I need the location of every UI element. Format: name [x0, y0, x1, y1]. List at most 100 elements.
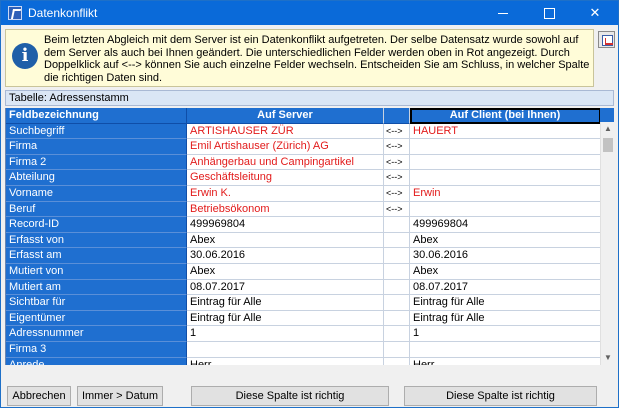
client-value[interactable] — [410, 139, 600, 155]
server-value[interactable]: 499969804 — [187, 217, 384, 233]
swap-arrow — [384, 264, 410, 280]
table-row[interactable]: Abteilung Geschäftsleitung <--> — [6, 170, 600, 186]
table-row[interactable]: Suchbegriff ARTISHAUSER ZÜR <--> HAUERT — [6, 123, 600, 140]
table-row[interactable]: Firma Emil Artishauser (Zürich) AG <--> — [6, 139, 600, 155]
field-label: Firma 3 — [6, 342, 187, 358]
conflict-grid: Feldbezeichnung Auf Server Auf Client (b… — [5, 108, 600, 365]
server-value[interactable]: Geschäftsleitung — [187, 170, 384, 186]
field-label: Vorname — [6, 186, 187, 202]
server-value[interactable] — [187, 342, 384, 358]
client-value[interactable] — [410, 202, 600, 218]
server-value[interactable]: Erwin K. — [187, 186, 384, 202]
table-row[interactable]: Record-ID 499969804 499969804 — [6, 217, 600, 233]
client-value[interactable]: 499969804 — [410, 217, 600, 233]
client-correct-button[interactable]: Diese Spalte ist richtig — [404, 386, 597, 406]
horizontal-scrollbar[interactable] — [5, 365, 614, 373]
client-value[interactable]: Eintrag für Alle — [410, 295, 600, 311]
dialog-window: Datenkonflikt i Beim letzten Abgleich mi… — [0, 0, 619, 408]
grid-header: Feldbezeichnung Auf Server Auf Client (b… — [6, 108, 600, 124]
server-value[interactable]: Eintrag für Alle — [187, 310, 384, 327]
field-label: Erfasst am — [6, 248, 187, 264]
window-title: Datenkonflikt — [28, 6, 98, 20]
table-row[interactable]: Beruf Betriebsökonom <--> — [6, 201, 600, 218]
client-value[interactable]: Abex — [410, 264, 600, 280]
info-icon: i — [12, 43, 38, 69]
server-value[interactable]: Eintrag für Alle — [187, 295, 384, 311]
table-row[interactable]: Erfasst von Abex Abex — [6, 232, 600, 249]
server-value[interactable]: Betriebsökonom — [187, 201, 384, 218]
table-row[interactable]: Firma 2 Anhängerbau und Campingartikel <--… — [6, 154, 600, 171]
table-row[interactable]: Mutiert am 08.07.2017 08.07.2017 — [6, 279, 600, 296]
header-swap — [384, 108, 410, 124]
scroll-up-icon[interactable]: ▲ — [601, 122, 615, 136]
swap-arrow[interactable]: <--> — [384, 186, 410, 202]
client-value[interactable] — [410, 155, 600, 171]
client-value[interactable]: Eintrag für Alle — [410, 311, 600, 327]
table-row[interactable]: Mutiert von Abex Abex — [6, 264, 600, 280]
field-label: Eigentümer — [6, 310, 187, 327]
close-button[interactable] — [572, 1, 618, 25]
server-value[interactable]: Abex — [187, 232, 384, 249]
scroll-down-icon[interactable]: ▼ — [601, 351, 615, 365]
swap-arrow[interactable]: <--> — [384, 170, 410, 186]
field-label: Erfasst von — [6, 232, 187, 249]
swap-arrow[interactable]: <--> — [384, 139, 410, 155]
swap-arrow — [384, 342, 410, 358]
client-value[interactable]: Herr — [410, 358, 600, 365]
client-value[interactable] — [410, 170, 600, 186]
table-row[interactable]: Firma 3 — [6, 342, 600, 358]
field-label: Mutiert von — [6, 264, 187, 280]
swap-arrow — [384, 326, 410, 342]
server-value[interactable]: Herr — [187, 357, 384, 365]
header-client[interactable]: Auf Client (bei Ihnen) — [410, 108, 600, 124]
maximize-button[interactable] — [526, 1, 572, 25]
swap-arrow[interactable]: <--> — [384, 201, 410, 218]
server-value[interactable]: 30.06.2016 — [187, 248, 384, 264]
field-label: Beruf — [6, 201, 187, 218]
client-value[interactable]: HAUERT — [410, 124, 600, 140]
client-value[interactable] — [410, 342, 600, 358]
server-value[interactable]: Emil Artishauser (Zürich) AG — [187, 139, 384, 155]
field-label: Record-ID — [6, 217, 187, 233]
server-correct-button[interactable]: Diese Spalte ist richtig — [191, 386, 389, 406]
server-value[interactable]: Anhängerbau und Campingartikel — [187, 154, 384, 171]
server-value[interactable]: 08.07.2017 — [187, 279, 384, 296]
client-value[interactable]: 08.07.2017 — [410, 280, 600, 296]
compare-tool-button[interactable] — [598, 31, 615, 48]
swap-arrow — [384, 357, 410, 365]
server-value[interactable]: 1 — [187, 326, 384, 342]
vertical-scrollbar[interactable]: ▲ ▼ — [600, 122, 614, 365]
cancel-button[interactable]: Abbrechen — [7, 386, 71, 406]
table-row[interactable]: Vorname Erwin K. <--> Erwin — [6, 186, 600, 202]
server-value[interactable]: ARTISHAUSER ZÜR — [187, 123, 384, 140]
header-server[interactable]: Auf Server — [187, 108, 384, 124]
app-logo-icon — [8, 6, 22, 20]
swap-arrow — [384, 248, 410, 264]
table-row[interactable]: Adressnummer 1 1 — [6, 326, 600, 342]
scroll-thumb[interactable] — [603, 138, 613, 152]
field-label: Suchbegriff — [6, 123, 187, 140]
field-label: Sichtbar für — [6, 295, 187, 311]
client-value[interactable]: 30.06.2016 — [410, 248, 600, 264]
swap-arrow[interactable]: <--> — [384, 154, 410, 171]
field-label: Firma 2 — [6, 154, 187, 171]
always-date-button[interactable]: Immer > Datum — [77, 386, 163, 406]
title-bar[interactable]: Datenkonflikt — [1, 1, 618, 25]
field-label: Mutiert am — [6, 279, 187, 296]
table-row[interactable]: Sichtbar für Eintrag für Alle Eintrag für … — [6, 295, 600, 311]
swap-arrow — [384, 232, 410, 249]
minimize-button[interactable] — [480, 1, 526, 25]
client-value[interactable]: Abex — [410, 233, 600, 249]
field-label: Firma — [6, 139, 187, 155]
client-value[interactable]: Erwin — [410, 186, 600, 202]
table-row[interactable]: Erfasst am 30.06.2016 30.06.2016 — [6, 248, 600, 264]
swap-arrow[interactable]: <--> — [384, 123, 410, 140]
field-label: Anrede — [6, 357, 187, 365]
table-row[interactable]: Anrede Herr Herr — [6, 357, 600, 365]
swap-arrow — [384, 310, 410, 327]
info-text: Beim letzten Abgleich mit dem Server ist… — [44, 34, 590, 84]
client-value[interactable]: 1 — [410, 326, 600, 342]
table-row[interactable]: Eigentümer Eintrag für Alle Eintrag für Al… — [6, 310, 600, 327]
swap-arrow — [384, 295, 410, 311]
server-value[interactable]: Abex — [187, 264, 384, 280]
